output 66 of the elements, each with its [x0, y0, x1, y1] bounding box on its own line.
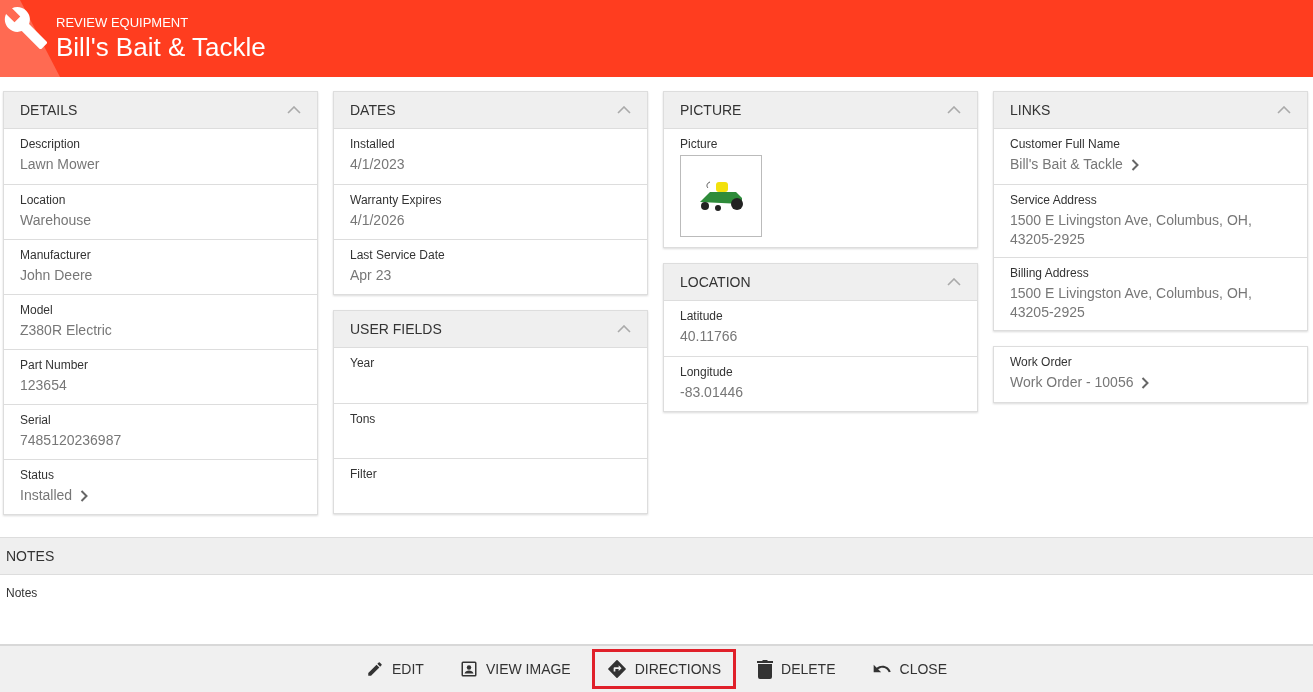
card-title: USER FIELDS — [350, 319, 442, 339]
field-value: 4/1/2026 — [350, 211, 406, 230]
card-title: PICTURE — [680, 100, 742, 120]
field-label: Installed — [350, 137, 396, 152]
field-label: Part Number — [20, 358, 90, 373]
field-label: Last Service Date — [350, 248, 446, 263]
chevron-up-icon[interactable] — [617, 106, 631, 114]
field-value: Warehouse — [20, 211, 93, 230]
field-value: 7485120236987 — [20, 431, 123, 450]
field-value: 4/1/2023 — [350, 155, 406, 174]
field-label: Tons — [350, 412, 377, 427]
field-value: 1500 E Livingston Ave, Columbus, OH, 43205-2925 — [1010, 284, 1253, 322]
field-value: Z380R Electric — [20, 321, 113, 340]
toolbar-button[interactable]: VIEW IMAGE — [444, 649, 586, 689]
field-link[interactable]: Work Order - 10056 — [1010, 373, 1150, 392]
chevron-right-icon — [1130, 158, 1139, 171]
wrench-icon — [3, 5, 49, 51]
toolbar-button[interactable]: EDIT — [351, 649, 439, 689]
chevron-up-icon[interactable] — [617, 325, 631, 333]
directions-icon — [606, 659, 627, 679]
field-value: 40.11766 — [680, 327, 739, 346]
field-label: Longitude — [680, 365, 734, 380]
card-title: DATES — [350, 100, 396, 120]
field-value: 1500 E Livingston Ave, Columbus, OH, 43205-2925 — [1010, 211, 1253, 249]
chevron-up-icon[interactable] — [947, 278, 961, 286]
field-link[interactable]: Installed — [20, 486, 89, 505]
field-label: Billing Address — [1010, 266, 1090, 281]
equipment-thumbnail[interactable] — [680, 155, 762, 237]
field-label: Customer Full Name — [1010, 137, 1122, 152]
card-title: DETAILS — [20, 100, 78, 120]
field-label: Warranty Expires — [350, 193, 443, 208]
field-label: Location — [20, 193, 67, 208]
field-label: Year — [350, 356, 376, 371]
field-value: 123654 — [20, 376, 68, 395]
section-title: NOTES — [6, 546, 55, 566]
trash-icon — [757, 659, 774, 679]
field-label: Latitude — [680, 309, 724, 324]
field-label: Model — [20, 303, 54, 318]
field-label: Manufacturer — [20, 248, 92, 263]
field-link[interactable]: Bill's Bait & Tackle — [1010, 155, 1139, 174]
field-value: -83.01446 — [680, 383, 745, 402]
card-title: LOCATION — [680, 272, 751, 292]
toolbar-button[interactable]: DIRECTIONS — [591, 649, 737, 689]
field-label: Description — [20, 137, 82, 152]
field-value: Apr 23 — [350, 266, 393, 285]
card-title: LINKS — [1010, 100, 1051, 120]
field-label: Picture — [680, 137, 719, 152]
toolbar-button[interactable]: CLOSE — [856, 649, 962, 689]
chevron-right-icon — [1141, 376, 1150, 389]
field-value: John Deere — [20, 266, 94, 285]
field-label: Notes — [5, 585, 39, 602]
field-label: Status — [20, 468, 56, 483]
chevron-up-icon[interactable] — [287, 106, 301, 114]
field-label: Work Order — [1010, 355, 1073, 370]
field-label: Service Address — [1010, 193, 1098, 208]
header-subtitle: REVIEW EQUIPMENT — [56, 14, 190, 31]
header-title: Bill's Bait & Tackle — [56, 30, 266, 63]
chevron-up-icon[interactable] — [947, 106, 961, 114]
toolbar-button[interactable]: DELETE — [742, 649, 851, 689]
chevron-right-icon — [80, 489, 89, 502]
chevron-up-icon[interactable] — [1277, 106, 1291, 114]
pencil-icon — [366, 660, 384, 678]
portrait-icon — [459, 660, 478, 678]
field-label: Filter — [350, 467, 378, 482]
field-label: Serial — [20, 413, 52, 428]
field-value: Lawn Mower — [20, 155, 101, 174]
